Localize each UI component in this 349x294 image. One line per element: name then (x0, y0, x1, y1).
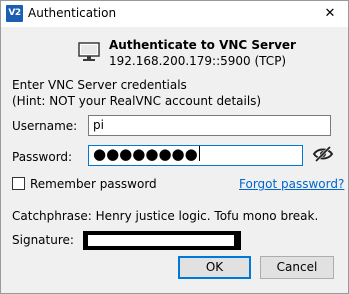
vnc-app-icon: V2 (6, 5, 23, 22)
signature-redaction-inner (88, 235, 234, 246)
text-caret (198, 146, 200, 161)
username-label: Username: (12, 119, 78, 133)
forgot-password-link[interactable]: Forgot password? (239, 177, 344, 191)
catchphrase-value: Henry justice logic. Tofu mono break. (95, 209, 319, 223)
header-title: Authenticate to VNC Server (109, 38, 296, 52)
instructions: Enter VNC Server credentials (Hint: NOT … (12, 77, 261, 109)
authentication-dialog: V2 Authentication ✕ Authenticate to VNC … (0, 0, 349, 294)
signature-redacted (83, 231, 241, 250)
ok-button[interactable]: OK (178, 256, 251, 279)
password-value: ●●●●●●●● (93, 145, 198, 163)
server-address: 192.168.200.179::5900 (TCP) (109, 54, 287, 68)
close-button[interactable]: ✕ (312, 1, 348, 27)
signature-label: Signature: (12, 233, 74, 247)
username-value: pi (93, 118, 104, 132)
username-field[interactable]: pi (88, 115, 331, 136)
eye-slash-icon[interactable] (312, 145, 334, 163)
password-label: Password: (12, 150, 73, 164)
monitor-icon (78, 42, 100, 61)
catchphrase-label: Catchphrase: (12, 209, 92, 223)
catchphrase: Catchphrase: Henry justice logic. Tofu m… (12, 209, 318, 223)
remember-password-label[interactable]: Remember password (30, 177, 157, 191)
cancel-button[interactable]: Cancel (260, 256, 334, 279)
window-title: Authentication (28, 6, 117, 20)
password-field[interactable]: ●●●●●●●● (88, 145, 303, 166)
instructions-line-2: (Hint: NOT your RealVNC account details) (12, 94, 262, 108)
remember-password-checkbox[interactable] (12, 177, 25, 190)
title-bar[interactable]: V2 Authentication ✕ (1, 1, 348, 27)
instructions-line-1: Enter VNC Server credentials (12, 78, 187, 92)
